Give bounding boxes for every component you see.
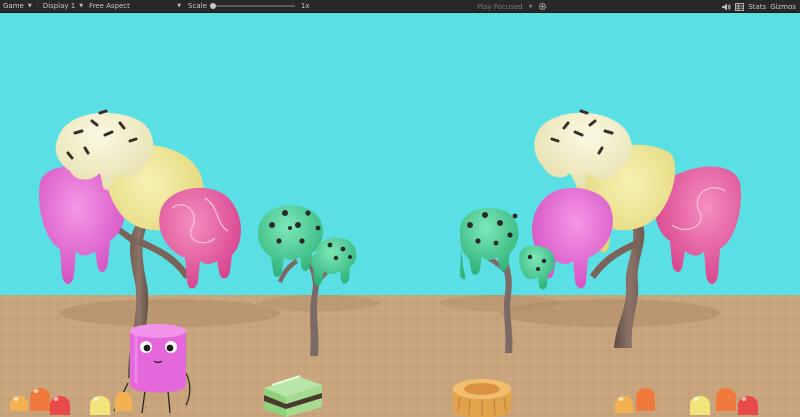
gear-icon[interactable] (538, 0, 547, 13)
stats-toggle[interactable]: Stats (748, 3, 766, 11)
aspect-label: Free Aspect (89, 2, 130, 10)
game-view-toolbar: Game ▼ Display 1 ▼ Free Aspect ▼ Scale 1… (0, 0, 800, 13)
play-mode-label: Play Focused (477, 2, 523, 11)
right-toolbar-group: Stats Gizmos (722, 0, 796, 13)
scale-label: Scale (188, 2, 207, 10)
game-scene-art (0, 109, 800, 417)
chevron-down-icon: ▼ (528, 3, 533, 10)
mooncake[interactable] (452, 379, 512, 417)
game-scene-viewport[interactable] (0, 13, 800, 417)
scale-value: 1x (300, 2, 310, 10)
scale-slider[interactable] (209, 3, 295, 9)
view-type-dropdown[interactable]: Game ▼ (0, 0, 35, 13)
scale-control: Scale 1x (188, 0, 309, 13)
display-dropdown[interactable]: Display 1 ▼ (40, 0, 86, 13)
chevron-down-icon: ▼ (177, 3, 182, 9)
toolbar-divider (36, 1, 38, 11)
gizmos-toggle[interactable]: Gizmos (770, 3, 796, 11)
view-type-label: Game (3, 2, 24, 10)
speaker-icon[interactable] (722, 0, 731, 13)
scale-slider-thumb[interactable] (209, 3, 216, 9)
play-mode-dropdown[interactable]: Play Focused ▼ (477, 0, 547, 13)
chevron-down-icon: ▼ (27, 3, 32, 9)
aspect-dropdown[interactable]: Free Aspect ▼ (86, 0, 184, 13)
chevron-down-icon: ▼ (79, 3, 84, 9)
display-label: Display 1 (42, 2, 76, 10)
grid-icon[interactable] (735, 0, 745, 13)
